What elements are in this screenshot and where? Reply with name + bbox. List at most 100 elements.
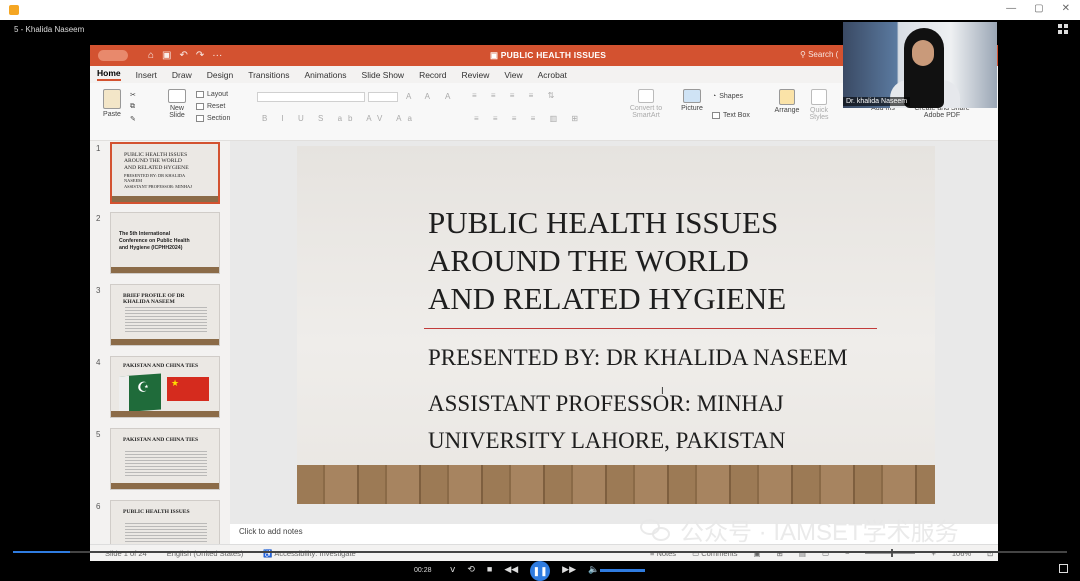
layout-icon (196, 91, 204, 98)
home-icon[interactable]: ⌂ (148, 50, 154, 61)
paragraph-align-buttons[interactable]: ≡ ≡ ≡ ≡ ▥ ⊞ (474, 114, 584, 123)
arrange-button[interactable]: Arrange (770, 89, 804, 114)
shapes-button[interactable]: ◔ Shapes (712, 93, 743, 100)
section-icon (196, 115, 204, 122)
thumb-text: PAKISTAN AND CHINA TIES (123, 363, 199, 369)
tab-review[interactable]: Review (461, 70, 489, 80)
slide-body-text[interactable]: PRESENTED BY: DR KHALIDA NASEEM ASSISTAN… (428, 339, 898, 468)
watermark: 公众号 · IAMSET学术服务 (640, 512, 959, 547)
playback-progress-bar[interactable] (13, 551, 1067, 553)
text-box-button[interactable]: Text Box (712, 112, 750, 119)
tab-view[interactable]: View (504, 70, 522, 80)
undo-icon[interactable]: ↶ (180, 50, 188, 61)
close-icon[interactable]: ✕ (1062, 3, 1070, 14)
tab-draw[interactable]: Draw (172, 70, 192, 80)
shapes-icon: ◔ (712, 93, 717, 100)
slide-thumbnail-5[interactable]: PAKISTAN AND CHINA TIES (110, 428, 220, 490)
thumb-number: 1 (96, 144, 101, 153)
redo-icon[interactable]: ↷ (196, 50, 204, 61)
grid-layout-icon[interactable] (1058, 24, 1068, 34)
slide-thumbnail-4[interactable]: PAKISTAN AND CHINA TIES (110, 356, 220, 418)
window-controls: — ▢ ✕ (1006, 3, 1070, 14)
thumb-text: PUBLIC HEALTH ISSUES (123, 509, 190, 515)
reading-view-icon[interactable]: ▤ (799, 549, 806, 558)
search-box[interactable]: ⚲ Search ( (800, 50, 838, 59)
tab-design[interactable]: Design (207, 70, 233, 80)
thumb-text: PUBLIC HEALTH ISSUES AROUND THE WORLD AN… (124, 152, 192, 189)
slide-thumbnail-3[interactable]: BRIEF PROFILE OF DR KHALIDA NASEEM (110, 284, 220, 346)
new-slide-icon (168, 89, 186, 103)
save-icon[interactable]: ▣ (162, 50, 171, 61)
cut-icon[interactable]: ✂ (130, 91, 136, 99)
tab-acrobat[interactable]: Acrobat (538, 70, 567, 80)
volume-icon[interactable]: 🔈 (588, 564, 599, 581)
tab-record[interactable]: Record (419, 70, 446, 80)
fit-to-window-icon[interactable]: ⊡ (987, 549, 993, 558)
thumb-number: 2 (96, 214, 101, 223)
font-name-field[interactable] (257, 92, 365, 102)
slide-counter: Slide 1 of 24 (105, 548, 147, 558)
quick-styles-icon (811, 89, 827, 105)
comments-button[interactable]: ▭ Comments (692, 549, 737, 558)
picture-button[interactable]: Picture (676, 89, 708, 112)
current-slide[interactable]: PUBLIC HEALTH ISSUES AROUND THE WORLD AN… (297, 146, 935, 504)
volume-slider[interactable] (600, 569, 645, 572)
accessibility-button[interactable]: ♿ Accessibility: Investigate (263, 549, 355, 558)
loop-icon[interactable]: ⟲ (467, 564, 475, 581)
tab-animations[interactable]: Animations (304, 70, 346, 80)
font-size-field[interactable] (368, 92, 398, 102)
slide-thumbnail-2[interactable]: The 5th International Conference on Publ… (110, 212, 220, 274)
quick-styles-button[interactable]: Quick Styles (804, 89, 834, 121)
thumb-floor (111, 267, 219, 273)
player-title-bar: — ▢ ✕ (0, 0, 1080, 20)
zoom-out-icon[interactable]: − (845, 549, 849, 558)
new-slide-button[interactable]: New Slide (162, 89, 192, 119)
language-indicator[interactable]: English (United States) (167, 549, 244, 558)
tab-transitions[interactable]: Transitions (248, 70, 289, 80)
font-size-controls[interactable]: A A Ａ (406, 91, 458, 102)
fullscreen-icon[interactable] (1059, 564, 1068, 573)
slide-thumbnail-1[interactable]: PUBLIC HEALTH ISSUES AROUND THE WORLD AN… (110, 142, 220, 204)
font-style-buttons[interactable]: B I U S ab AV Aa (262, 114, 418, 123)
format-painter-icon[interactable]: ✎ (130, 115, 136, 123)
slide-sorter-icon[interactable]: ⊞ (777, 549, 783, 558)
zoom-in-icon[interactable]: + (931, 549, 935, 558)
thumb-floor (112, 196, 218, 202)
fast-forward-icon[interactable]: ▶▶ (562, 564, 576, 581)
maximize-icon[interactable]: ▢ (1034, 3, 1043, 14)
thumb-number: 4 (96, 358, 101, 367)
paste-button[interactable]: Paste (98, 89, 126, 118)
more-icon[interactable]: ··· (212, 50, 222, 61)
thumb-text: PAKISTAN AND CHINA TIES (123, 437, 199, 443)
convert-smartart-button[interactable]: Convert to SmartArt (626, 89, 666, 119)
paragraph-list-buttons[interactable]: ≡ ≡ ≡ ≡ ⇅ (472, 91, 560, 100)
thumb-number: 6 (96, 502, 101, 511)
layout-button[interactable]: Layout (196, 91, 228, 98)
copy-icon[interactable]: ⧉ (130, 103, 135, 111)
thumb-text: The 5th International Conference on Publ… (119, 231, 190, 251)
zoom-level[interactable]: 106% (952, 549, 971, 558)
section-button[interactable]: Section (196, 115, 230, 122)
autosave-toggle[interactable] (98, 50, 128, 61)
comments-icon: ▭ (692, 548, 702, 558)
minimize-icon[interactable]: — (1006, 3, 1016, 14)
slide-editing-area: PUBLIC HEALTH ISSUES AROUND THE WORLD AN… (230, 141, 998, 544)
reset-icon (196, 103, 204, 110)
thumb-floor (111, 339, 219, 345)
meeting-title: 5 - Khalida Naseem (14, 24, 85, 34)
playback-controls: 00:28 ⅴ ⟲ ■ ◀◀ ❚❚ ▶▶ 🔈 (0, 561, 1080, 581)
reset-button[interactable]: Reset (196, 103, 225, 110)
rewind-icon[interactable]: ◀◀ (504, 564, 518, 581)
thumb-body-text (125, 451, 207, 477)
normal-view-icon[interactable]: ▣ (754, 549, 761, 558)
slideshow-icon[interactable]: ▭ (822, 549, 829, 558)
notes-button[interactable]: ≡ Notes (650, 549, 676, 558)
slide-title[interactable]: PUBLIC HEALTH ISSUES AROUND THE WORLD AN… (428, 204, 908, 318)
tab-slide-show[interactable]: Slide Show (362, 70, 405, 80)
pause-button[interactable]: ❚❚ (530, 561, 551, 581)
stop-icon[interactable]: ■ (487, 564, 492, 581)
tab-insert[interactable]: Insert (136, 70, 157, 80)
tab-home[interactable]: Home (97, 68, 121, 81)
speed-icon[interactable]: ⅴ (450, 564, 455, 581)
presenter-figure (890, 28, 960, 108)
